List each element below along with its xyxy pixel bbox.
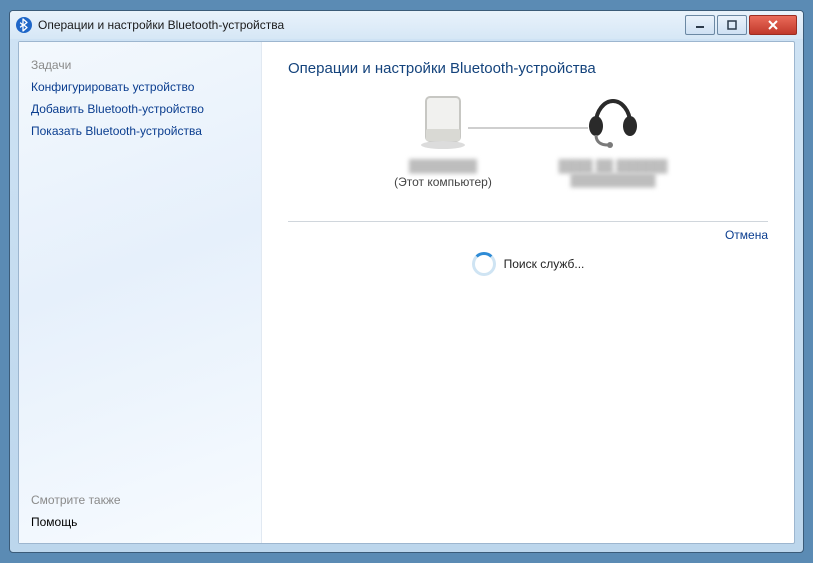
device-pairing-diagram: ████████ (Этот компьютер) ████ ██ ████ <box>288 91 768 221</box>
minimize-button[interactable] <box>685 15 715 35</box>
remote-device-sub: ██████████ <box>570 173 655 187</box>
client-area: Задачи Конфигурировать устройство Добави… <box>18 41 795 544</box>
page-title: Операции и настройки Bluetooth-устройств… <box>288 60 768 77</box>
headset-icon <box>582 91 644 153</box>
window-frame: Операции и настройки Bluetooth-устройств… <box>9 10 804 553</box>
window-buttons <box>685 15 797 35</box>
window-title: Операции и настройки Bluetooth-устройств… <box>38 18 284 32</box>
spinner-icon <box>472 252 496 276</box>
bluetooth-icon <box>16 17 32 33</box>
maximize-button[interactable] <box>717 15 747 35</box>
sidebar-heading-see-also: Смотрите также <box>31 493 249 507</box>
separator <box>288 221 768 222</box>
sidebar-heading-tasks: Задачи <box>31 58 249 72</box>
cancel-row: Отмена <box>288 228 768 242</box>
connection-line <box>468 127 588 129</box>
sidebar-link-configure[interactable]: Конфигурировать устройство <box>31 80 249 94</box>
sidebar-spacer <box>31 142 249 487</box>
remote-device: ████ ██ ██████ ██████████ <box>528 91 698 187</box>
cancel-link[interactable]: Отмена <box>725 228 768 242</box>
this-computer-sub: (Этот компьютер) <box>394 175 492 189</box>
close-button[interactable] <box>749 15 797 35</box>
sidebar-link-help[interactable]: Помощь <box>31 515 249 529</box>
sidebar-link-add-device[interactable]: Добавить Bluetooth-устройство <box>31 102 249 116</box>
this-computer: ████████ (Этот компьютер) <box>358 91 528 189</box>
status-row: Поиск служб... <box>288 252 768 276</box>
remote-device-name: ████ ██ ██████ <box>559 159 668 173</box>
this-computer-name: ████████ <box>409 159 477 173</box>
main-panel: Операции и настройки Bluetooth-устройств… <box>262 42 794 543</box>
status-text: Поиск служб... <box>504 257 585 271</box>
titlebar[interactable]: Операции и настройки Bluetooth-устройств… <box>10 11 803 39</box>
computer-icon <box>412 91 474 153</box>
sidebar-link-show-devices[interactable]: Показать Bluetooth-устройства <box>31 124 249 138</box>
sidebar: Задачи Конфигурировать устройство Добави… <box>19 42 262 543</box>
